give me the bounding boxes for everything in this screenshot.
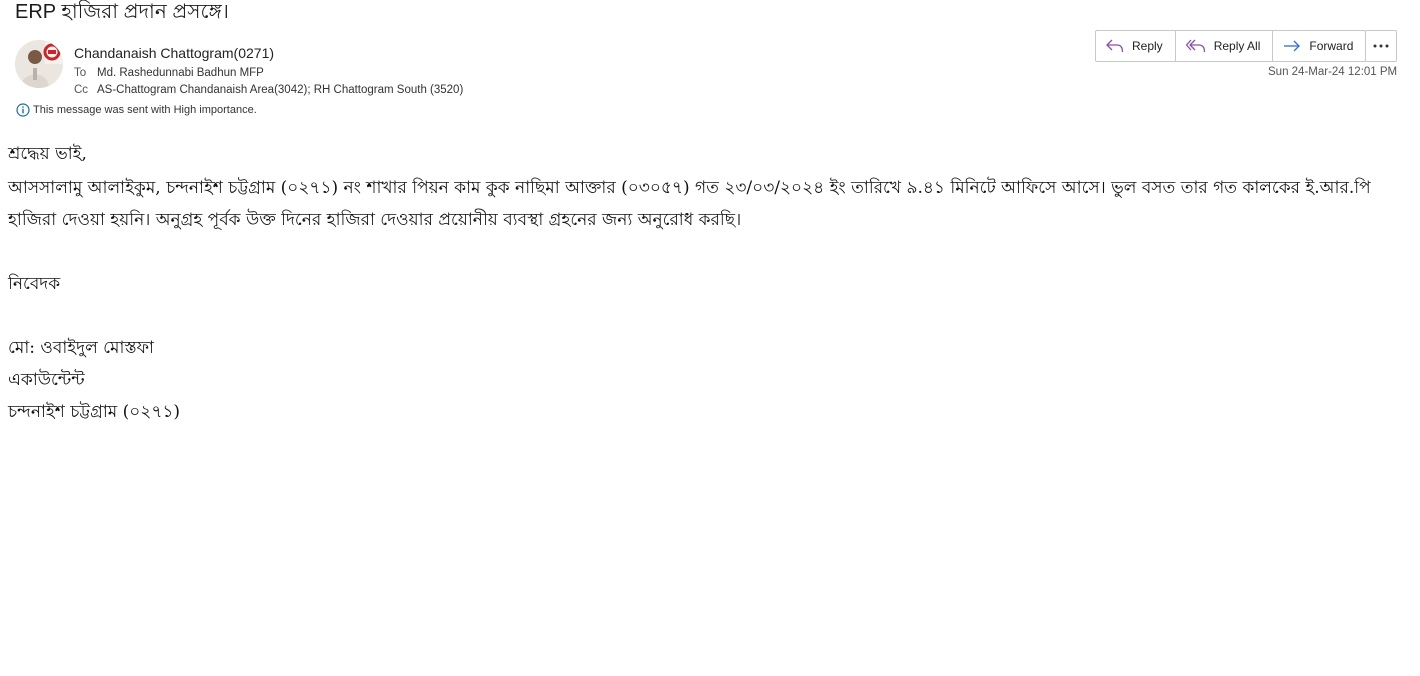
body-closing: নিবেদক (8, 274, 61, 294)
email-subject: ERP হাজিরা প্রদান প্রসঙ্গে। (15, 1, 229, 23)
reply-label: Reply (1132, 39, 1163, 53)
importance-text: This message was sent with High importan… (33, 104, 257, 116)
info-icon (16, 103, 30, 117)
reply-button[interactable]: Reply (1096, 31, 1176, 61)
body-paragraph-line-2: হাজিরা দেওয়া হয়নি। অনুগ্রহ পূর্বক উক্ত… (8, 210, 742, 230)
more-options-icon (1373, 44, 1389, 48)
sender-name[interactable]: Chandanaish Chattogram(0271) (74, 45, 274, 61)
more-options-button[interactable] (1365, 30, 1397, 62)
signature-branch: চন্দনাইশ চট্টগ্রাম (০২৭১) (8, 402, 181, 422)
avatar-photo (15, 40, 63, 88)
sender-avatar[interactable] (15, 40, 63, 88)
cc-label: Cc (74, 84, 89, 96)
message-actions: Reply Reply All Forward (1095, 30, 1367, 62)
email-body: শ্রদ্ধেয় ভাই, আসসালামু আলাইকুম, চন্দনাই… (8, 138, 1408, 428)
cc-recipients[interactable]: AS-Chattogram Chandanaish Area(3042); RH… (97, 84, 463, 96)
to-label: To (74, 67, 87, 79)
signature-name: মো: ওবাইদুল মোস্তফা (8, 338, 154, 358)
sent-timestamp: Sun 24-Mar-24 12:01 PM (1268, 66, 1398, 78)
forward-icon (1284, 40, 1301, 52)
forward-label: Forward (1309, 39, 1354, 53)
reply-all-button[interactable]: Reply All (1176, 31, 1274, 61)
cc-row: Cc AS-Chattogram Chandanaish Area(3042); … (74, 84, 463, 96)
forward-button[interactable]: Forward (1273, 31, 1365, 61)
to-recipient[interactable]: Md. Rashedunnabi Badhun MFP (97, 67, 264, 79)
importance-notice: This message was sent with High importan… (16, 103, 257, 117)
body-paragraph-line-1: আসসালামু আলাইকুম, চন্দনাইশ চট্টগ্রাম (০২… (8, 178, 1371, 198)
to-row: To Md. Rashedunnabi Badhun MFP (74, 67, 264, 79)
body-greeting: শ্রদ্ধেয় ভাই, (8, 144, 87, 164)
reply-all-label: Reply All (1213, 39, 1261, 53)
reply-all-icon (1185, 39, 1205, 53)
reply-icon (1106, 39, 1124, 53)
signature-title: একাউন্টেন্ট (8, 370, 85, 390)
